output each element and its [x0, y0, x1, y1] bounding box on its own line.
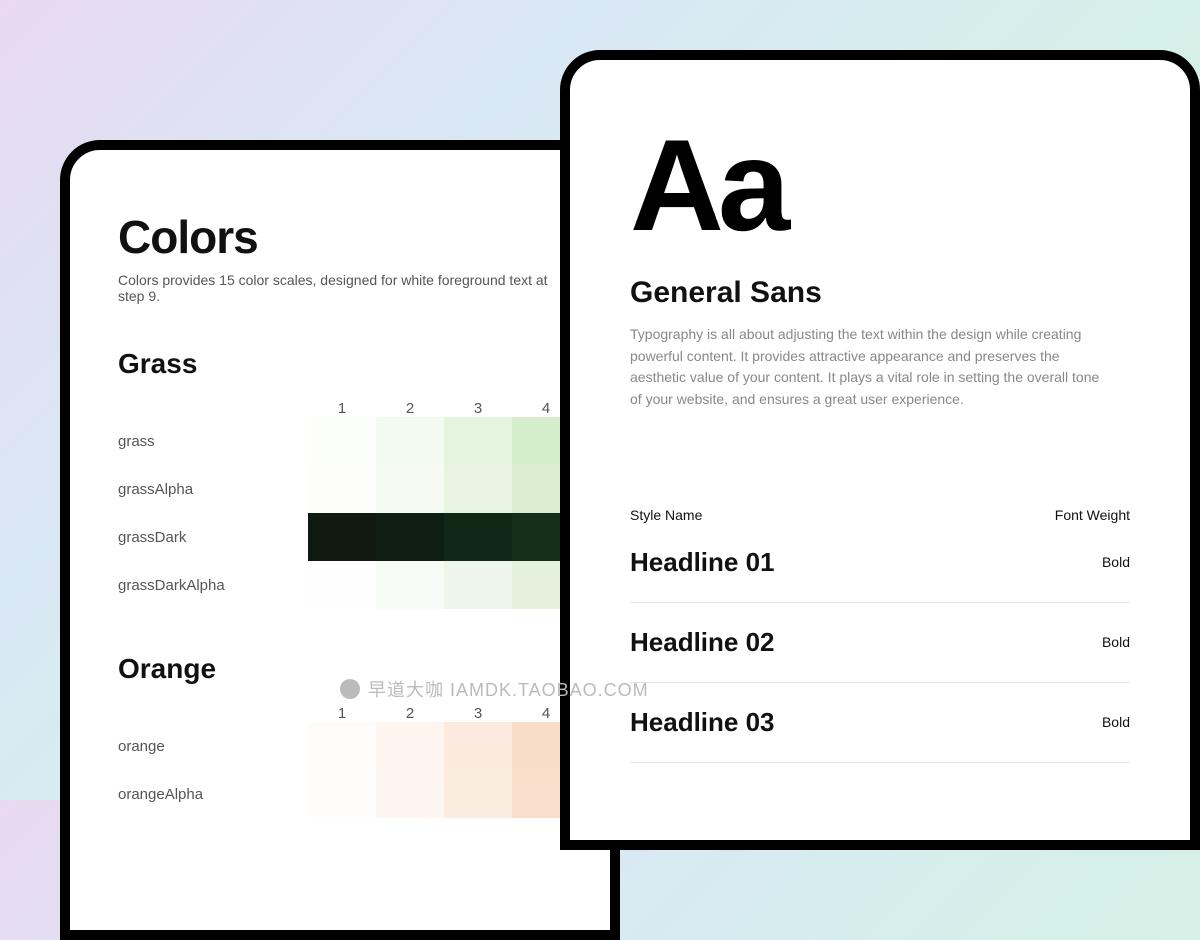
- col-style-name: Style Name: [630, 507, 702, 523]
- color-swatch: [308, 417, 376, 465]
- typography-panel: Aa General Sans Typography is all about …: [560, 50, 1200, 850]
- section-title: Grass: [118, 348, 570, 380]
- type-specimen: Aa: [630, 120, 1130, 250]
- colors-title: Colors: [118, 210, 570, 264]
- colors-panel: Colors Colors provides 15 color scales, …: [60, 140, 620, 940]
- headline-weight: Bold: [1102, 554, 1130, 570]
- scale-row: grassAlpha: [118, 465, 570, 513]
- type-row: Headline 03 Bold: [630, 683, 1130, 763]
- color-swatch: [376, 513, 444, 561]
- scale-row: grassDark: [118, 513, 570, 561]
- color-swatch: [308, 513, 376, 561]
- scale-name: grassDark: [118, 529, 308, 546]
- headline-name: Headline 01: [630, 547, 775, 578]
- scale-header: 1234: [118, 400, 570, 417]
- color-swatch: [444, 417, 512, 465]
- color-swatch: [376, 561, 444, 609]
- font-name: General Sans: [630, 276, 1130, 310]
- type-table-head: Style Name Font Weight: [630, 507, 1130, 523]
- scale-row: orangeAlpha: [118, 770, 570, 818]
- scale-row: grass: [118, 417, 570, 465]
- scale-col-num: 1: [308, 705, 376, 722]
- scale-col-num: 1: [308, 400, 376, 417]
- type-row: Headline 02 Bold: [630, 603, 1130, 683]
- color-swatch: [308, 561, 376, 609]
- scale-name: grassDarkAlpha: [118, 577, 308, 594]
- color-swatch: [444, 465, 512, 513]
- scale-name: grassAlpha: [118, 481, 308, 498]
- color-swatch: [376, 465, 444, 513]
- color-swatch: [444, 561, 512, 609]
- headline-weight: Bold: [1102, 714, 1130, 730]
- scale-col-num: 3: [444, 705, 512, 722]
- headline-name: Headline 03: [630, 707, 775, 738]
- scale-col-num: 3: [444, 400, 512, 417]
- scale-header: 1234: [118, 705, 570, 722]
- color-swatch: [444, 722, 512, 770]
- color-swatch: [308, 465, 376, 513]
- headline-name: Headline 02: [630, 627, 775, 658]
- scale-name: orange: [118, 738, 308, 755]
- headline-weight: Bold: [1102, 634, 1130, 650]
- watermark-text: 早道大咖 IAMDK.TAOBAO.COM: [368, 676, 649, 702]
- color-swatch: [308, 770, 376, 818]
- scale-row: orange: [118, 722, 570, 770]
- color-swatch: [376, 417, 444, 465]
- color-swatch: [376, 770, 444, 818]
- type-row: Headline 01 Bold: [630, 523, 1130, 603]
- scale-col-num: 2: [376, 705, 444, 722]
- color-swatch: [308, 722, 376, 770]
- scale-name: grass: [118, 433, 308, 450]
- color-swatch: [444, 513, 512, 561]
- watermark: 早道大咖 IAMDK.TAOBAO.COM: [340, 676, 649, 702]
- colors-subtitle: Colors provides 15 color scales, designe…: [118, 272, 570, 304]
- scale-row: grassDarkAlpha: [118, 561, 570, 609]
- scale-col-num: 2: [376, 400, 444, 417]
- color-swatch: [376, 722, 444, 770]
- watermark-icon: [340, 679, 360, 699]
- type-description: Typography is all about adjusting the te…: [630, 324, 1110, 411]
- color-swatch: [444, 770, 512, 818]
- col-font-weight: Font Weight: [1055, 507, 1130, 523]
